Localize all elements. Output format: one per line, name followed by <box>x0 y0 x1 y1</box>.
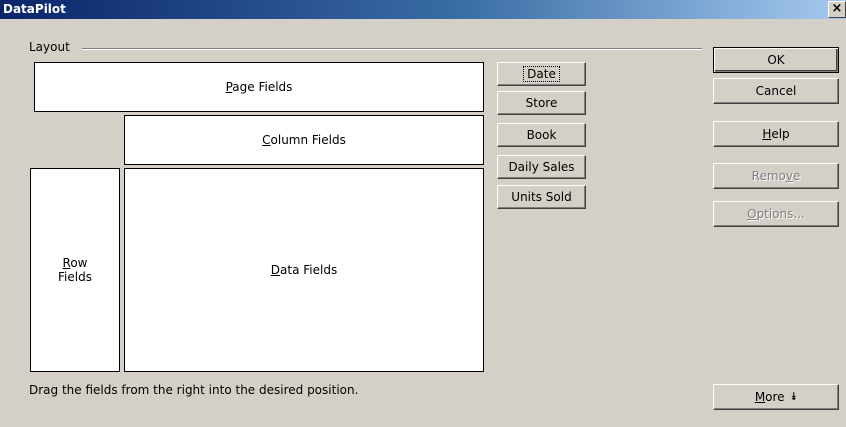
row-fields-label: Row Fields <box>58 256 92 284</box>
field-chip-label: Book <box>526 128 557 142</box>
cancel-button[interactable]: Cancel <box>713 78 839 104</box>
field-chip-date[interactable]: Date <box>497 62 586 86</box>
field-chip-label: Units Sold <box>511 190 572 204</box>
column-fields-label: Column Fields <box>262 133 346 147</box>
close-button[interactable]: × <box>828 1 846 18</box>
row-fields-area[interactable]: Row Fields <box>30 168 120 372</box>
page-fields-label: Page Fields <box>225 80 293 94</box>
ok-button[interactable]: OK <box>713 47 839 73</box>
options-button-label: Options... <box>747 207 805 221</box>
more-button[interactable]: More ⯯ <box>713 384 839 410</box>
field-chip-daily-sales[interactable]: Daily Sales <box>497 155 586 179</box>
layout-group-label: Layout <box>29 40 74 54</box>
remove-button-label: Remove <box>751 169 801 183</box>
data-fields-area[interactable]: Data Fields <box>124 168 484 372</box>
options-button[interactable]: Options... <box>713 201 839 227</box>
close-icon: × <box>831 1 843 16</box>
instruction-text: Drag the fields from the right into the … <box>29 383 359 397</box>
cancel-button-label: Cancel <box>755 84 797 98</box>
field-chip-store[interactable]: Store <box>497 91 586 115</box>
double-chevron-down-icon: ⯯ <box>790 390 798 403</box>
data-fields-label: Data Fields <box>270 263 338 277</box>
field-chip-label: Daily Sales <box>508 160 575 174</box>
field-chip-units-sold[interactable]: Units Sold <box>497 185 586 209</box>
field-chip-label: Date <box>523 66 560 82</box>
ok-button-label: OK <box>767 53 785 67</box>
layout-group-border <box>82 48 702 50</box>
title-bar: DataPilot × <box>0 0 846 19</box>
field-chip-label: Store <box>525 96 558 110</box>
remove-button[interactable]: Remove <box>713 163 839 189</box>
window-title: DataPilot <box>3 2 66 16</box>
field-chip-book[interactable]: Book <box>497 123 586 147</box>
page-fields-area[interactable]: Page Fields <box>34 62 484 112</box>
help-button[interactable]: Help <box>713 121 839 147</box>
column-fields-area[interactable]: Column Fields <box>124 115 484 165</box>
help-button-label: Help <box>762 127 790 141</box>
more-button-label: More <box>754 390 785 404</box>
